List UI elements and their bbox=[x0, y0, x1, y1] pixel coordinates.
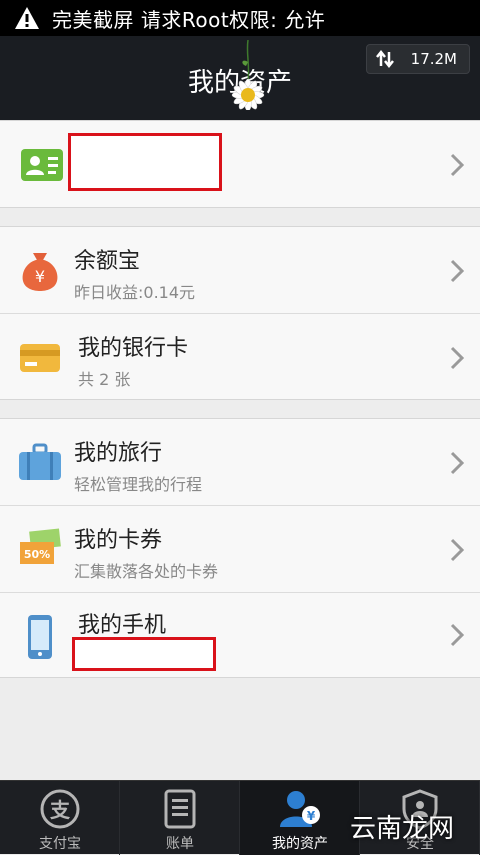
phone-icon bbox=[28, 615, 52, 659]
account-section[interactable] bbox=[0, 120, 480, 208]
list-item-travel[interactable]: 我的旅行 轻松管理我的行程 bbox=[0, 419, 480, 505]
list-item-title: 我的手机 bbox=[78, 613, 167, 638]
assets-icon: ¥ bbox=[280, 791, 320, 827]
finance-section: ¥ 余额宝 昨日收益:0.14元 我的银行卡 共 2 张 bbox=[0, 226, 480, 400]
list-item-yuebao[interactable]: ¥ 余额宝 昨日收益:0.14元 bbox=[0, 227, 480, 313]
list-item-title: 我的卡券 bbox=[74, 528, 163, 553]
speed-indicator: 17.2M bbox=[366, 44, 470, 74]
tab-label: 支付宝 bbox=[39, 836, 81, 852]
alipay-icon: 支 bbox=[40, 789, 80, 829]
list-item-subtitle: 昨日收益:0.14元 bbox=[74, 283, 196, 302]
redacted-phone-number bbox=[72, 637, 216, 671]
bank-card-icon bbox=[20, 344, 60, 372]
list-item-coupons[interactable]: 50% 我的卡券 汇集散落各处的卡券 bbox=[0, 506, 480, 592]
coupon-icon: 50% bbox=[20, 528, 61, 564]
list-item-bank-cards[interactable]: 我的银行卡 共 2 张 bbox=[0, 314, 480, 400]
watermark-text: 云南龙网 bbox=[350, 814, 455, 844]
list-item-subtitle: 汇集散落各处的卡券 bbox=[74, 562, 219, 581]
list-item-title: 余额宝 bbox=[74, 249, 141, 274]
list-item-title: 我的银行卡 bbox=[78, 336, 189, 361]
svg-text:¥: ¥ bbox=[35, 267, 45, 286]
status-bar: 完美截屏 请求Root权限: 允许 bbox=[0, 0, 480, 36]
list-item-subtitle: 轻松管理我的行程 bbox=[74, 475, 203, 494]
chevron-right-icon bbox=[450, 623, 464, 647]
svg-text:支: 支 bbox=[50, 798, 71, 822]
list-item-subtitle: 共 2 张 bbox=[78, 370, 131, 389]
hanging-flower-icon bbox=[231, 40, 265, 110]
tab-label: 我的资产 bbox=[272, 836, 328, 852]
tab-my-assets[interactable]: ¥ 我的资产 bbox=[240, 781, 360, 855]
chevron-right-icon bbox=[450, 153, 464, 177]
id-card-icon bbox=[21, 149, 63, 181]
money-bag-icon: ¥ bbox=[22, 253, 58, 291]
bill-icon bbox=[164, 789, 196, 829]
list-item-phone[interactable]: 我的手机 bbox=[0, 593, 480, 679]
svg-text:¥: ¥ bbox=[307, 809, 316, 823]
suitcase-icon bbox=[19, 443, 61, 480]
coupon-badge-text: 50% bbox=[24, 548, 50, 561]
transfer-arrows-icon bbox=[376, 49, 394, 69]
life-section: 我的旅行 轻松管理我的行程 50% 我的卡券 汇集散落各处的卡券 我的手机 bbox=[0, 418, 480, 678]
list-item-title: 我的旅行 bbox=[74, 441, 163, 466]
chevron-right-icon bbox=[450, 451, 464, 475]
chevron-right-icon bbox=[450, 346, 464, 370]
chevron-right-icon bbox=[450, 259, 464, 283]
tab-alipay[interactable]: 支 支付宝 bbox=[0, 781, 120, 855]
tab-bill[interactable]: 账单 bbox=[120, 781, 240, 855]
tab-label: 账单 bbox=[166, 836, 194, 852]
speed-value: 17.2M bbox=[410, 50, 457, 68]
chevron-right-icon bbox=[450, 538, 464, 562]
warning-icon bbox=[15, 7, 39, 29]
status-text: 完美截屏 请求Root权限: 允许 bbox=[52, 7, 326, 32]
redacted-account-name bbox=[68, 133, 222, 191]
